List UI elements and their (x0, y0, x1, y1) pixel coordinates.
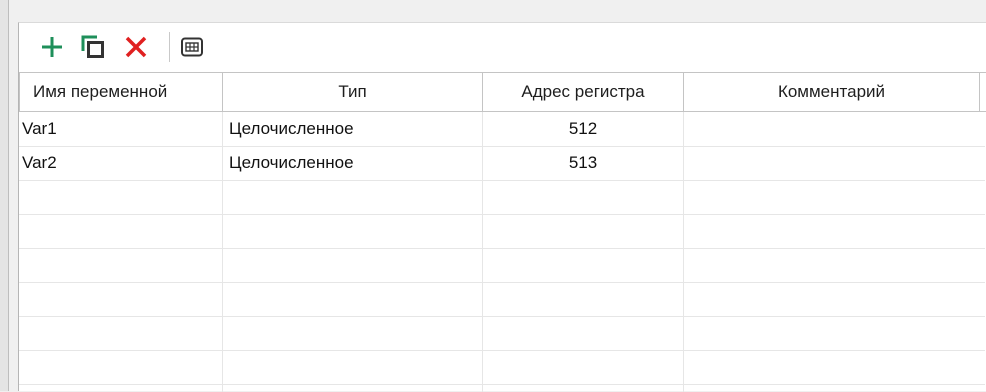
row-divider (19, 316, 985, 317)
cell-type[interactable]: Целочисленное (226, 146, 481, 179)
column-header-type[interactable]: Тип (223, 72, 483, 112)
column-header-name[interactable]: Имя переменной (19, 72, 223, 112)
row-divider (19, 384, 985, 385)
row-divider (19, 350, 985, 351)
cell-address[interactable]: 512 (483, 112, 683, 145)
variables-table: Имя переменной Тип Адрес регистра Коммен… (19, 72, 986, 392)
add-variable-button[interactable] (37, 32, 67, 62)
column-header-address[interactable]: Адрес регистра (483, 72, 684, 112)
delete-variable-button[interactable] (121, 32, 151, 62)
cell-name[interactable]: Var2 (19, 146, 222, 179)
variables-panel: Имя переменной Тип Адрес регистра Коммен… (18, 22, 986, 392)
cell-comment[interactable] (684, 146, 983, 179)
cell-comment[interactable] (684, 112, 983, 145)
row-divider (19, 282, 985, 283)
row-divider (19, 248, 985, 249)
table-header: Имя переменной Тип Адрес регистра Коммен… (19, 72, 986, 112)
plus-icon (42, 37, 62, 57)
cell-type[interactable]: Целочисленное (226, 112, 481, 145)
delete-x-icon (125, 36, 147, 58)
row-divider (19, 180, 985, 181)
row-divider (19, 214, 985, 215)
column-header-filler (980, 72, 986, 112)
table-grid-icon (181, 37, 203, 57)
table-body: Var1 Целочисленное 512 Var2 Целочисленно… (19, 112, 985, 392)
copy-icon (81, 35, 104, 58)
toolbar-separator (169, 32, 170, 62)
column-header-comment[interactable]: Комментарий (684, 72, 980, 112)
left-frame-border (0, 0, 9, 391)
copy-variable-button[interactable] (78, 32, 108, 62)
cell-address[interactable]: 513 (483, 146, 683, 179)
cell-name[interactable]: Var1 (19, 112, 222, 145)
table-view-button[interactable] (177, 32, 207, 62)
toolbar (19, 23, 986, 72)
